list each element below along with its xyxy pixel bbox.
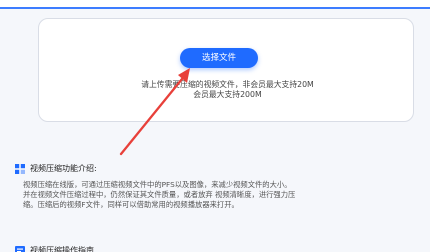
intro-line: 并在视频文件压缩过程中，仍然保证其文件质量，或者放弃 视频清晰度，进行强力压 [23,190,296,199]
intro-title: 视频压缩功能介绍: [30,164,97,173]
steps-title: 视频压缩操作指南 [30,246,94,252]
select-file-button[interactable]: 选择文件 [180,48,258,68]
intro-line: 视频压缩在线版，可通过压缩视频文件中的PFS以及图像，来减少视频文件的大小。 [23,180,292,189]
upload-hint-line1: 请上传需要压缩的视频文件，非会员最大支持20M [141,80,314,89]
intro-text: 视频压缩在线版，可通过压缩视频文件中的PFS以及图像，来减少视频文件的大小。 并… [15,180,420,210]
upload-hint-line2: 会员最大支持200M [193,90,262,99]
upload-hint: 请上传需要压缩的视频文件，非会员最大支持20M 会员最大支持200M [100,80,355,100]
intro-section: 视频压缩功能介绍: 视频压缩在线版，可通过压缩视频文件中的PFS以及图像，来减少… [15,162,420,210]
upload-card [38,18,414,122]
page: 选择文件 请上传需要压缩的视频文件，非会员最大支持20M 会员最大支持200M … [0,0,430,252]
grid-icon [15,164,25,174]
document-icon [15,246,25,252]
intro-line: 缩。压缩后的视频F文件，同样可以借助常用的视频播放器来打开。 [23,200,239,209]
top-divider [0,0,430,9]
steps-section: 视频压缩操作指南 [15,244,420,252]
